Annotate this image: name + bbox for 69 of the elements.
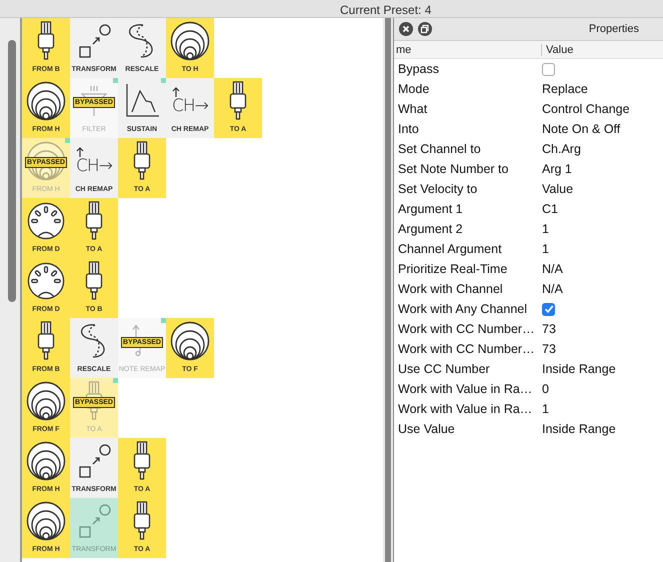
property-value[interactable]: 1	[542, 402, 549, 416]
property-value[interactable]: 73	[542, 342, 556, 356]
transform-icon	[77, 503, 111, 539]
property-name: Argument 2	[397, 222, 464, 236]
property-value[interactable]: Inside Range	[542, 422, 616, 436]
plug-icon	[131, 501, 153, 541]
transform-icon	[77, 443, 111, 479]
property-value[interactable]: Replace	[542, 82, 588, 96]
panel-title: Properties	[588, 23, 639, 35]
plug-icon	[35, 321, 57, 361]
property-name: Use Value	[397, 422, 456, 436]
plug-icon	[131, 441, 153, 481]
property-value[interactable]: C1	[542, 202, 558, 216]
property-name: What	[397, 102, 428, 116]
property-value[interactable]: Ch.Arg	[542, 142, 581, 156]
up-arrow-icon	[172, 87, 180, 97]
property-name: Set Channel to	[397, 142, 482, 156]
property-value[interactable]: Note On & Off	[542, 122, 620, 136]
property-name: Use CC Number	[397, 362, 491, 376]
speaker-icon	[26, 381, 66, 421]
property-name: Set Note Number to	[397, 162, 510, 176]
window-title: Current Preset: 4	[340, 4, 432, 17]
close-icon[interactable]	[399, 22, 413, 36]
property-name: Work with Value in Ra…	[397, 402, 534, 416]
plug-icon	[131, 141, 153, 181]
property-name: Channel Argument	[397, 242, 503, 256]
checkbox[interactable]	[542, 302, 555, 316]
property-name: Work with Value in Ra…	[397, 382, 534, 396]
scrollbar-thumb[interactable]	[385, 18, 391, 562]
scrollbar-thumb[interactable]	[8, 40, 16, 302]
property-name: Prioritize Real-Time	[397, 262, 508, 276]
property-name: Set Velocity to	[397, 182, 478, 196]
property-value[interactable]: Arg 1	[542, 162, 572, 176]
property-name: Argument 1	[397, 202, 464, 216]
plug-icon	[227, 81, 249, 121]
property-name: Into	[397, 122, 420, 136]
property-value[interactable]: N/A	[542, 282, 563, 296]
property-name: Work with Any Channel	[397, 302, 528, 316]
din-connector-icon	[27, 202, 65, 240]
property-name: Work with Channel	[397, 282, 504, 296]
property-name: Work with CC Number…	[397, 342, 536, 356]
restore-icon[interactable]	[418, 22, 432, 36]
property-value[interactable]: 73	[542, 322, 556, 336]
property-value[interactable]: 0	[542, 382, 549, 396]
checkbox[interactable]	[542, 62, 555, 76]
speaker-icon	[170, 321, 210, 361]
property-name: Work with CC Number…	[397, 322, 536, 336]
property-value[interactable]: Inside Range	[542, 362, 616, 376]
property-value[interactable]: 1	[542, 222, 549, 236]
din-connector-icon	[27, 262, 65, 300]
plug-icon	[35, 21, 57, 61]
channel-glyph: CH→	[172, 97, 208, 115]
speaker-icon	[26, 501, 66, 541]
column-header[interactable]: Value	[542, 44, 574, 56]
column-header[interactable]: me	[394, 44, 542, 56]
speaker-icon	[26, 81, 66, 121]
plug-icon	[83, 201, 105, 241]
property-value[interactable]: 1	[542, 242, 549, 256]
speaker-icon	[170, 21, 210, 61]
transform-icon	[77, 23, 111, 59]
property-value[interactable]: Value	[542, 182, 574, 196]
up-arrow-icon	[76, 147, 84, 157]
speaker-icon	[26, 441, 66, 481]
property-name: Mode	[397, 82, 430, 96]
property-value[interactable]: N/A	[542, 262, 563, 276]
property-value[interactable]: Control Change	[542, 102, 630, 116]
plug-icon	[83, 261, 105, 301]
channel-glyph: CH→	[76, 157, 112, 175]
property-name: Bypass	[397, 62, 440, 76]
